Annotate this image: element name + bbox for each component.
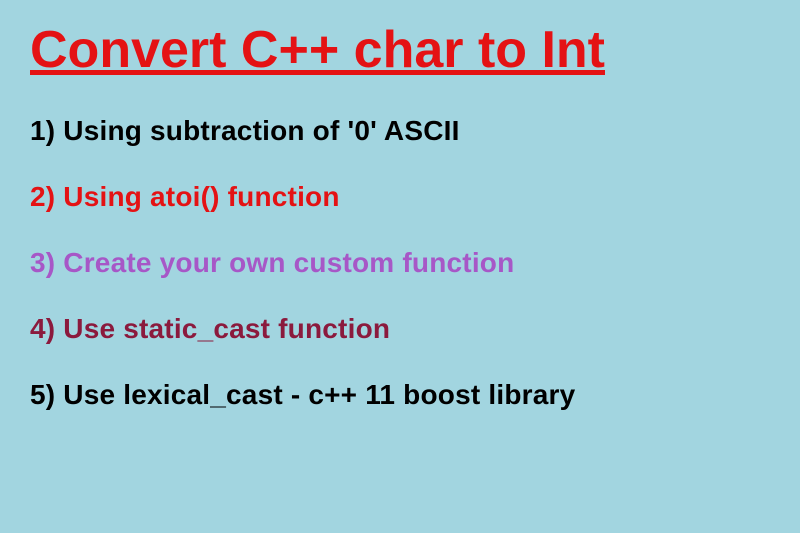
page-title: Convert C++ char to Int bbox=[30, 20, 770, 80]
list-item: 5) Use lexical_cast - c++ 11 boost libra… bbox=[30, 379, 770, 411]
list-item: 3) Create your own custom function bbox=[30, 247, 770, 279]
list-item: 2) Using atoi() function bbox=[30, 181, 770, 213]
method-list: 1) Using subtraction of '0' ASCII 2) Usi… bbox=[30, 115, 770, 411]
list-item: 4) Use static_cast function bbox=[30, 313, 770, 345]
list-item: 1) Using subtraction of '0' ASCII bbox=[30, 115, 770, 147]
